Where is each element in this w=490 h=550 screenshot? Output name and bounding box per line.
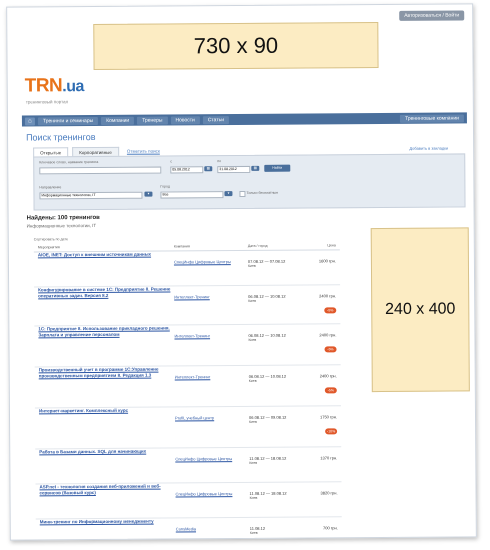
training-price: 700 грн.: [322, 525, 338, 531]
discount-badge: -5%: [324, 307, 337, 314]
results-table: Мероприятия Компания Дата / город Цена A…: [33, 243, 342, 541]
training-title-link[interactable]: Интернет-маркетинг. Комплексный курс: [39, 407, 175, 414]
training-date: 07.08.12 — 07.08.12: [247, 258, 286, 264]
date-to-label: по: [217, 159, 222, 164]
calendar-icon[interactable]: ▦: [251, 165, 260, 171]
table-row: Работа в Базами данных. SQL для начинающ…: [35, 447, 342, 485]
city-label: Город: [160, 184, 170, 189]
side-banner-size-label: 240 x 400: [385, 300, 456, 318]
training-city: Киев: [247, 263, 256, 268]
training-title-link[interactable]: Работа в Базами данных. SQL для начинающ…: [39, 448, 175, 455]
find-button[interactable]: Найти: [264, 164, 291, 172]
site-tagline: тренинговый портал: [25, 99, 69, 105]
training-city: Киев: [249, 460, 258, 465]
nav-item-trainings[interactable]: Тренинги и семинары: [37, 116, 99, 125]
training-price: 1370 грн.: [320, 455, 338, 461]
company-link[interactable]: СпецИнфо Цифровые Центры: [175, 483, 249, 496]
login-link[interactable]: Авторизоваться / Войти: [399, 10, 465, 21]
company-link[interactable]: Интеллект-Тренинг: [174, 325, 248, 338]
nav-item-trainers[interactable]: Тренеры: [137, 116, 168, 125]
city-select[interactable]: Все: [160, 191, 224, 199]
table-row: Интернет-маркетинг. Комплексный курс Pro…: [34, 406, 342, 450]
table-row: ASP.net - технология создания веб-прилож…: [35, 482, 342, 520]
nav-item-companies[interactable]: Компании: [101, 116, 135, 125]
training-date: 11.08.12 — 18.08.12: [249, 455, 287, 461]
logo-main-text: TRN: [24, 75, 63, 97]
training-price: 2400 грн.: [319, 373, 337, 379]
training-city: Киев: [249, 495, 258, 500]
training-title-link[interactable]: Производственный учет в программе 1С:Упр…: [39, 366, 175, 379]
date-from-label: с: [170, 159, 172, 164]
home-icon[interactable]: ⌂: [24, 116, 35, 126]
chevron-down-icon[interactable]: ▾: [224, 191, 233, 197]
table-row: Производственный учет в программе 1С:Упр…: [34, 365, 341, 409]
company-link[interactable]: ProfiL учебный центр: [175, 407, 249, 420]
training-title-link[interactable]: Мини-тренинг по Информационному менеджме…: [40, 518, 176, 525]
discount-badge: -10%: [325, 428, 338, 435]
training-city: Киев: [249, 530, 258, 535]
training-date: 06.08.12 — 09.08.12: [248, 414, 287, 420]
header-date-city[interactable]: Дата / город: [248, 244, 308, 248]
top-banner-size-label: 730 x 90: [193, 32, 279, 59]
training-date: 11.08.12 — 18.08.12: [249, 490, 287, 496]
training-title-link[interactable]: AIOE, INET: Доступ к внешним источникам …: [38, 251, 174, 258]
results-title: Найдены: 100 тренингов: [26, 214, 100, 222]
company-link[interactable]: Интеллект-Тренинг: [175, 366, 249, 379]
main-nav: ⌂ Тренинги и семинары Компании Тренеры Н…: [21, 112, 467, 127]
training-title-link[interactable]: 1С: Предприятие 8. Использование приклад…: [38, 325, 174, 338]
training-date: 11.08.12: [249, 525, 266, 531]
results-subtitle: Информационные технологии, IT: [26, 223, 97, 229]
free-only-checkbox[interactable]: [239, 190, 246, 198]
training-price: 1600 грн.: [318, 258, 336, 264]
training-price: 1750 грн.: [319, 414, 338, 420]
training-city: Киев: [248, 378, 257, 383]
calendar-icon[interactable]: ▦: [204, 166, 213, 172]
company-link[interactable]: Интеллект-Тренинг: [174, 286, 248, 299]
keyword-label: Ключевое слово, название тренинга: [39, 159, 99, 165]
table-row: Конфигурирование в системе 1С: Предприят…: [34, 285, 341, 327]
nav-item-news[interactable]: Новости: [170, 115, 200, 124]
side-banner-placeholder[interactable]: 240 x 400: [370, 227, 470, 393]
discount-badge: -5%: [324, 387, 337, 394]
training-price: 3820 грн.: [320, 490, 338, 496]
top-banner-placeholder[interactable]: 730 x 90: [93, 22, 379, 71]
company-link[interactable]: СпецИнфо Цифровые Центры: [174, 251, 248, 264]
training-date: 06.08.12 — 10.08.12: [248, 293, 286, 299]
training-price: 2400 грн.: [319, 332, 337, 338]
direction-select[interactable]: Информационные технологии, IT: [39, 191, 143, 200]
date-to-input[interactable]: 31.08.2012: [217, 165, 251, 174]
date-from-input[interactable]: 05.08.2012: [170, 166, 204, 174]
header-company[interactable]: Компания: [174, 244, 248, 248]
training-city: Киев: [249, 419, 257, 424]
training-date: 06.08.12 — 10.08.12: [248, 332, 286, 338]
header-events[interactable]: Мероприятия: [34, 244, 174, 249]
company-link[interactable]: СпецИнфо Цифровые Центры: [175, 448, 249, 461]
training-city: Киев: [248, 298, 257, 303]
sort-selector[interactable]: Сортировать по дате: [34, 235, 340, 241]
training-date: 06.08.12 — 10.08.12: [248, 373, 287, 379]
table-row: 1С: Предприятие 8. Использование приклад…: [34, 324, 341, 368]
table-row: Мини-тренинг по Информационному менеджме…: [35, 517, 342, 541]
table-row: AIOE, INET: Доступ к внешним источникам …: [33, 250, 341, 288]
keyword-input[interactable]: [39, 166, 162, 175]
bookmark-link[interactable]: Добавить в закладки: [409, 146, 448, 151]
nav-item-training-companies[interactable]: Тренинговые компании: [400, 113, 464, 123]
nav-item-articles[interactable]: Статьи: [202, 115, 230, 124]
page-title: Поиск тренингов: [26, 132, 96, 143]
training-title-link[interactable]: ASP.net - технология создания веб-прилож…: [39, 483, 175, 496]
website-page: Авторизоваться / Войти 730 x 90 TRN.ua т…: [6, 3, 477, 541]
chevron-down-icon[interactable]: ▾: [144, 191, 153, 197]
search-filter-panel: Ключевое слово, название тренинга с 05.0…: [33, 153, 466, 211]
company-link[interactable]: ConsMedia: [176, 518, 250, 531]
discount-badge: -5%: [324, 346, 337, 353]
direction-label: Направление: [39, 185, 62, 190]
training-title-link[interactable]: Конфигурирование в системе 1С: Предприят…: [38, 286, 174, 299]
header-price[interactable]: Цена: [308, 243, 340, 247]
site-logo[interactable]: TRN.ua: [25, 75, 84, 97]
logo-suffix-text: .ua: [62, 78, 84, 96]
training-price: 2400 грн.: [319, 293, 337, 299]
training-city: Киев: [248, 337, 257, 342]
free-only-label: Только бесплатные: [246, 190, 279, 195]
